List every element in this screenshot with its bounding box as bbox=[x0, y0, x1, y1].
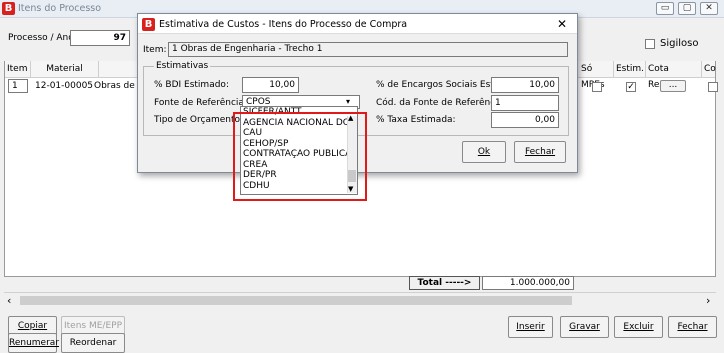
highlight-box bbox=[233, 112, 367, 201]
app-logo-icon: B bbox=[2, 2, 15, 15]
gravar-button[interactable]: Gravar bbox=[560, 316, 609, 338]
tipo-label: Tipo de Orçamento: bbox=[154, 115, 244, 125]
dialog-title: Estimativa de Custos - Itens do Processo… bbox=[159, 19, 408, 30]
scroll-right-icon[interactable]: › bbox=[706, 294, 710, 307]
encargos-input[interactable]: 10,00 bbox=[491, 77, 559, 93]
bdi-input[interactable]: 10,00 bbox=[242, 77, 299, 93]
maximize-icon[interactable]: ▢ bbox=[678, 2, 696, 15]
excluir-button[interactable]: Excluir bbox=[614, 316, 663, 338]
scroll-left-icon[interactable]: ‹ bbox=[7, 294, 11, 307]
bdi-label: % BDI Estimado: bbox=[154, 80, 229, 90]
col-item[interactable]: Item bbox=[5, 61, 31, 78]
fechar-button[interactable]: Fechar bbox=[668, 316, 717, 338]
dialog-close-icon[interactable]: ✕ bbox=[557, 17, 567, 31]
row-cota-button[interactable]: ... bbox=[660, 80, 686, 92]
dialog-fechar-button[interactable]: Fechar bbox=[514, 141, 566, 163]
ok-button[interactable]: Ok bbox=[462, 141, 506, 163]
fonte-dropdown-arrow-icon[interactable]: ▾ bbox=[346, 97, 350, 106]
row-so-mpes-checkbox[interactable] bbox=[592, 82, 602, 92]
col-cota-reserv[interactable]: Cota Reserv. bbox=[646, 61, 702, 90]
item-label: Item: bbox=[143, 45, 167, 55]
dialog-logo-icon: B bbox=[142, 18, 155, 31]
estimativas-title: Estimativas bbox=[154, 61, 211, 71]
process-input[interactable]: 97 bbox=[70, 30, 130, 46]
col-material[interactable]: Material bbox=[31, 61, 99, 78]
col-estim[interactable]: Estim. bbox=[614, 61, 646, 78]
minimize-icon[interactable]: ▭ bbox=[656, 2, 674, 15]
sigiloso-checkbox[interactable] bbox=[645, 39, 655, 49]
process-label: Processo / Ano: bbox=[8, 33, 77, 43]
scrollbar-thumb[interactable] bbox=[20, 296, 572, 305]
taxa-label: % Taxa Estimada: bbox=[376, 115, 456, 125]
fonte-label: Fonte de Referência: bbox=[154, 98, 247, 108]
row-material-cell[interactable]: 12-01-00005 bbox=[35, 81, 93, 91]
total-value: 1.000.000,00 bbox=[482, 276, 574, 290]
cod-fonte-input[interactable]: 1 bbox=[491, 95, 559, 111]
cod-fonte-label: Cód. da Fonte de Referência: bbox=[376, 98, 507, 108]
row-desc-cell[interactable]: Obras de E bbox=[94, 81, 143, 91]
inserir-button[interactable]: Inserir bbox=[508, 316, 553, 338]
col-co[interactable]: Co bbox=[702, 61, 716, 78]
row-item-cell[interactable]: 1 bbox=[8, 79, 28, 93]
item-field: 1 Obras de Engenharia - Trecho 1 bbox=[168, 42, 568, 57]
close-window-icon[interactable]: ✕ bbox=[700, 2, 718, 15]
sigiloso-label: Sigiloso bbox=[660, 38, 699, 49]
total-label: Total -----> bbox=[409, 276, 480, 290]
reordenar-button[interactable]: Reordenar bbox=[61, 333, 125, 353]
row-co-checkbox[interactable] bbox=[708, 82, 718, 92]
row-estim-checkbox[interactable]: ✓ bbox=[626, 82, 636, 92]
window-title: Itens do Processo bbox=[18, 3, 102, 14]
renumerar-button[interactable]: Renumerar bbox=[8, 333, 59, 353]
taxa-input[interactable]: 0,00 bbox=[491, 112, 559, 128]
col-so-mpes[interactable]: Só MPEs bbox=[579, 61, 614, 90]
